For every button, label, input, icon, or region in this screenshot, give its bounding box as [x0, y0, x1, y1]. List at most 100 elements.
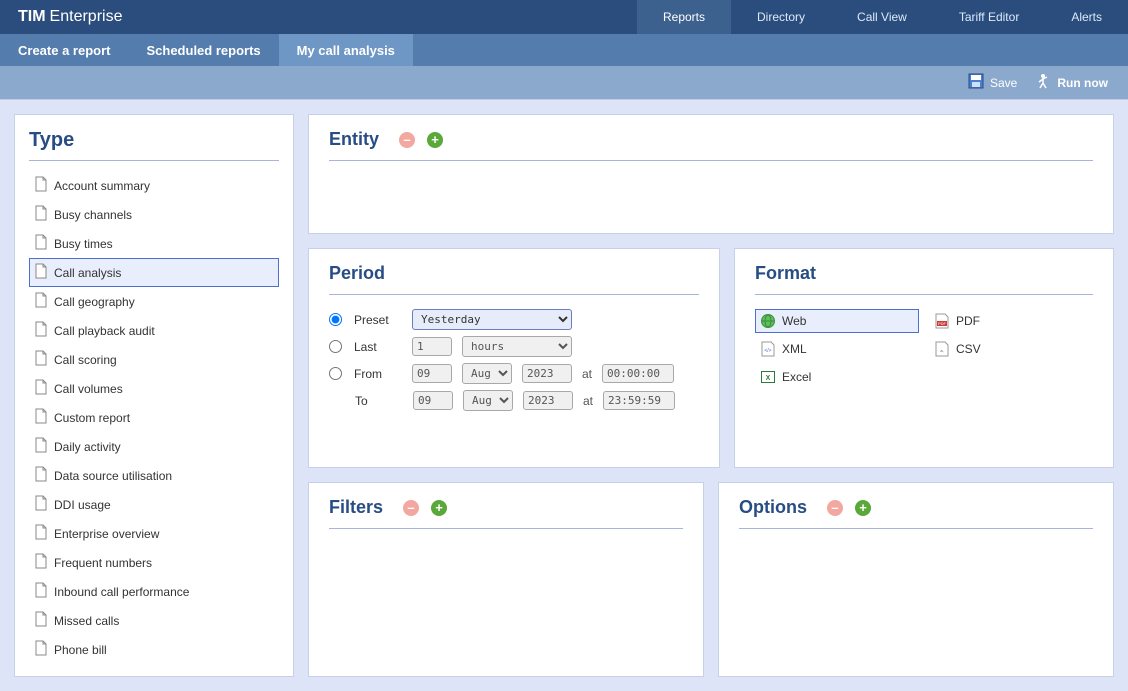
type-item[interactable]: Busy channels — [29, 200, 279, 229]
period-from-at: at — [582, 367, 592, 381]
type-item[interactable]: Enterprise overview — [29, 519, 279, 548]
run-icon — [1035, 73, 1051, 92]
format-grid: Web PDF PDF </>XML a,CSV X Excel — [755, 309, 1093, 389]
period-preset-label: Preset — [354, 313, 402, 327]
document-icon — [34, 582, 48, 601]
type-item[interactable]: DDI usage — [29, 490, 279, 519]
nav-tariff-editor[interactable]: Tariff Editor — [933, 0, 1045, 34]
type-item-label: DDI usage — [54, 498, 111, 512]
xml-icon: </> — [760, 341, 776, 357]
svg-text:PDF: PDF — [938, 321, 947, 326]
period-to-time[interactable] — [603, 391, 675, 410]
format-item-pdf[interactable]: PDF PDF — [929, 309, 1093, 333]
period-last-radio[interactable] — [329, 340, 342, 353]
filters-remove-icon[interactable]: – — [403, 500, 419, 516]
period-from-month[interactable]: Aug — [462, 363, 512, 384]
type-item-label: Call volumes — [54, 382, 123, 396]
period-last-value[interactable] — [412, 337, 452, 356]
entity-title: Entity — [329, 129, 379, 150]
type-item-label: Custom report — [54, 411, 130, 425]
entity-remove-icon[interactable]: – — [399, 132, 415, 148]
type-item-label: Frequent numbers — [54, 556, 152, 570]
format-item-excel[interactable]: X Excel — [755, 365, 919, 389]
type-list-scroll[interactable]: Account summaryBusy channelsBusy timesCa… — [29, 171, 279, 662]
brand-bold: TIM — [18, 8, 46, 26]
type-item[interactable]: Custom report — [29, 403, 279, 432]
subtab-my-call-analysis[interactable]: My call analysis — [279, 34, 413, 66]
document-icon — [34, 321, 48, 340]
type-item[interactable]: Account summary — [29, 171, 279, 200]
type-item[interactable]: Phone bill — [29, 635, 279, 662]
format-item-web[interactable]: Web — [755, 309, 919, 333]
format-item-label: PDF — [956, 314, 980, 328]
document-icon — [34, 176, 48, 195]
period-to-day[interactable] — [413, 391, 453, 410]
nav-reports[interactable]: Reports — [637, 0, 731, 34]
nav-alerts[interactable]: Alerts — [1045, 0, 1128, 34]
period-last-label: Last — [354, 340, 402, 354]
top-navbar: TIM Enterprise Reports Directory Call Vi… — [0, 0, 1128, 34]
type-item[interactable]: Data source utilisation — [29, 461, 279, 490]
period-to-at: at — [583, 394, 593, 408]
period-to-year[interactable] — [523, 391, 573, 410]
type-item[interactable]: Call geography — [29, 287, 279, 316]
subtab-create-report[interactable]: Create a report — [0, 34, 128, 66]
nav-call-view[interactable]: Call View — [831, 0, 933, 34]
document-icon — [34, 437, 48, 456]
period-from-year[interactable] — [522, 364, 572, 383]
type-item[interactable]: Call playback audit — [29, 316, 279, 345]
period-from-day[interactable] — [412, 364, 452, 383]
document-icon — [34, 234, 48, 253]
filters-add-icon[interactable]: + — [431, 500, 447, 516]
period-to-label: To — [355, 394, 403, 408]
panel-period: Period Preset Yesterday Last hours — [308, 248, 720, 468]
type-item-label: Phone bill — [54, 643, 107, 657]
svg-text:a,: a, — [940, 348, 943, 353]
period-to-month[interactable]: Aug — [463, 390, 513, 411]
document-icon — [34, 466, 48, 485]
save-label: Save — [990, 76, 1017, 90]
sidebar-title: Type — [29, 129, 279, 161]
excel-icon: X — [760, 369, 776, 385]
run-label: Run now — [1057, 76, 1108, 90]
period-from-radio[interactable] — [329, 367, 342, 380]
type-item[interactable]: Daily activity — [29, 432, 279, 461]
type-item[interactable]: Inbound call performance — [29, 577, 279, 606]
svg-text:</>: </> — [764, 348, 771, 354]
content: Entity – + Period Preset Yesterday — [308, 114, 1114, 677]
sidebar-type: Type Account summary Busy channels Busy ti… — [14, 114, 294, 677]
nav-directory[interactable]: Directory — [731, 0, 831, 34]
filters-title: Filters — [329, 497, 383, 518]
document-icon — [34, 640, 48, 659]
format-item-csv[interactable]: a,CSV — [929, 337, 1093, 361]
type-item[interactable]: Missed calls — [29, 606, 279, 635]
entity-add-icon[interactable]: + — [427, 132, 443, 148]
format-item-xml[interactable]: </>XML — [755, 337, 919, 361]
document-icon — [34, 205, 48, 224]
document-icon — [34, 350, 48, 369]
document-icon — [34, 292, 48, 311]
document-icon — [34, 495, 48, 514]
period-preset-radio[interactable] — [329, 313, 342, 326]
period-from-time[interactable] — [602, 364, 674, 383]
subtab-scheduled-reports[interactable]: Scheduled reports — [128, 34, 278, 66]
type-list: Account summaryBusy channelsBusy timesCa… — [29, 171, 279, 662]
options-remove-icon[interactable]: – — [827, 500, 843, 516]
format-item-label: Excel — [782, 370, 811, 384]
type-item[interactable]: Call scoring — [29, 345, 279, 374]
type-item-label: Busy channels — [54, 208, 132, 222]
main-area: Type Account summary Busy channels Busy ti… — [0, 100, 1128, 691]
run-now-button[interactable]: Run now — [1035, 73, 1108, 92]
pdf-icon: PDF — [934, 313, 950, 329]
type-item[interactable]: Call volumes — [29, 374, 279, 403]
period-preset-select[interactable]: Yesterday — [412, 309, 572, 330]
document-icon — [34, 408, 48, 427]
save-button[interactable]: Save — [968, 73, 1017, 92]
format-title: Format — [755, 263, 816, 284]
type-item[interactable]: Call analysis — [29, 258, 279, 287]
type-item[interactable]: Busy times — [29, 229, 279, 258]
period-last-unit[interactable]: hours — [462, 336, 572, 357]
options-add-icon[interactable]: + — [855, 500, 871, 516]
type-item[interactable]: Frequent numbers — [29, 548, 279, 577]
web-icon — [760, 313, 776, 329]
